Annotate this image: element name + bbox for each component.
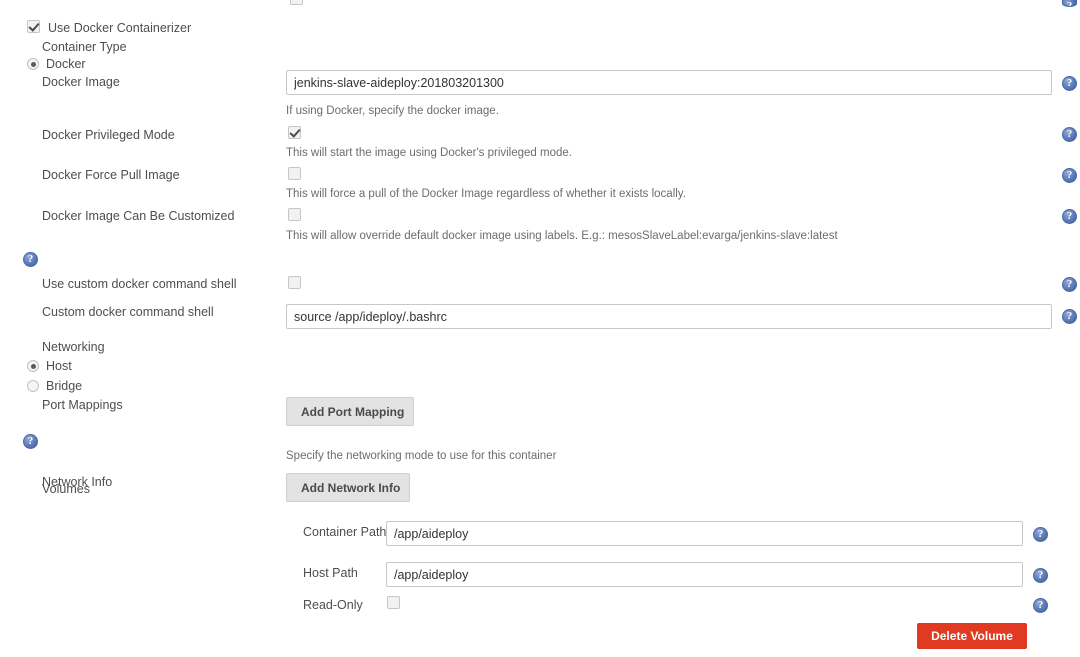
- container-path-input[interactable]: [386, 521, 1023, 546]
- networking-radio-host[interactable]: [27, 360, 39, 372]
- docker-image-can-be-customized-label: Docker Image Can Be Customized: [42, 209, 235, 223]
- container-type-radio-docker[interactable]: [27, 58, 39, 70]
- use-docker-containerizer-label: Use Docker Containerizer: [48, 21, 192, 35]
- port-mappings-label: Port Mappings: [42, 398, 123, 412]
- help-question-icon-container-path[interactable]: [1033, 527, 1048, 542]
- help-question-icon-docker-privileged-mode[interactable]: [1062, 127, 1077, 142]
- docker-image-label: Docker Image: [42, 75, 120, 89]
- help-question-icon-docker-force-pull-image[interactable]: [1062, 168, 1077, 183]
- host-path-label: Host Path: [303, 566, 358, 580]
- use-custom-docker-command-shell-checkbox[interactable]: [288, 276, 301, 289]
- networking-radio-bridge[interactable]: [27, 380, 39, 392]
- docker-privileged-mode-help-text: This will start the image using Docker's…: [286, 147, 572, 159]
- networking-option-host-label: Host: [46, 359, 72, 373]
- container-type-label: Container Type: [42, 40, 127, 54]
- host-path-input[interactable]: [386, 562, 1023, 587]
- docker-image-help-text: If using Docker, specify the docker imag…: [286, 105, 499, 117]
- clipped-checkbox-above-fold[interactable]: [290, 0, 303, 5]
- docker-force-pull-image-checkbox[interactable]: [288, 167, 301, 180]
- networking-help-text: Specify the networking mode to use for t…: [286, 450, 557, 462]
- docker-image-can-be-customized-help-text: This will allow override default docker …: [286, 230, 838, 242]
- custom-docker-command-shell-label: Custom docker command shell: [42, 305, 214, 319]
- help-question-icon-networking-section[interactable]: [23, 434, 38, 449]
- help-question-icon-host-path[interactable]: [1033, 568, 1048, 583]
- help-question-icon-docker-image-can-be-customized[interactable]: [1062, 209, 1077, 224]
- read-only-label: Read-Only: [303, 598, 363, 612]
- networking-option-bridge-label: Bridge: [46, 379, 83, 393]
- networking-label: Networking: [42, 340, 105, 354]
- help-question-icon-custom-docker-command-shell[interactable]: [1062, 309, 1077, 324]
- custom-docker-command-shell-input[interactable]: [286, 304, 1052, 329]
- use-docker-containerizer-checkbox[interactable]: [27, 20, 40, 33]
- help-question-icon-custom-shell-section[interactable]: [23, 252, 38, 267]
- docker-privileged-mode-checkbox[interactable]: [288, 126, 301, 139]
- help-question-icon-docker-image[interactable]: [1062, 76, 1077, 91]
- help-question-icon-read-only[interactable]: [1033, 598, 1048, 613]
- use-custom-docker-command-shell-label: Use custom docker command shell: [42, 277, 237, 291]
- read-only-checkbox[interactable]: [387, 596, 400, 609]
- volumes-label: Volumes: [42, 482, 90, 496]
- docker-containerizer-config-page: { "colors": { "accent_blue": "#4a68a6", …: [0, 0, 1080, 657]
- help-question-icon-clipped[interactable]: [1062, 0, 1077, 7]
- delete-volume-button[interactable]: Delete Volume: [917, 623, 1027, 649]
- container-type-option-docker-label: Docker: [46, 57, 86, 71]
- add-port-mapping-button[interactable]: Add Port Mapping: [286, 397, 414, 426]
- docker-image-can-be-customized-checkbox[interactable]: [288, 208, 301, 221]
- add-network-info-button[interactable]: Add Network Info: [286, 473, 410, 502]
- help-question-icon-use-custom-docker-command-shell[interactable]: [1062, 277, 1077, 292]
- docker-force-pull-image-help-text: This will force a pull of the Docker Ima…: [286, 188, 686, 200]
- docker-force-pull-image-label: Docker Force Pull Image: [42, 168, 180, 182]
- docker-privileged-mode-label: Docker Privileged Mode: [42, 128, 175, 142]
- container-path-label: Container Path: [303, 525, 387, 539]
- docker-image-input[interactable]: [286, 70, 1052, 95]
